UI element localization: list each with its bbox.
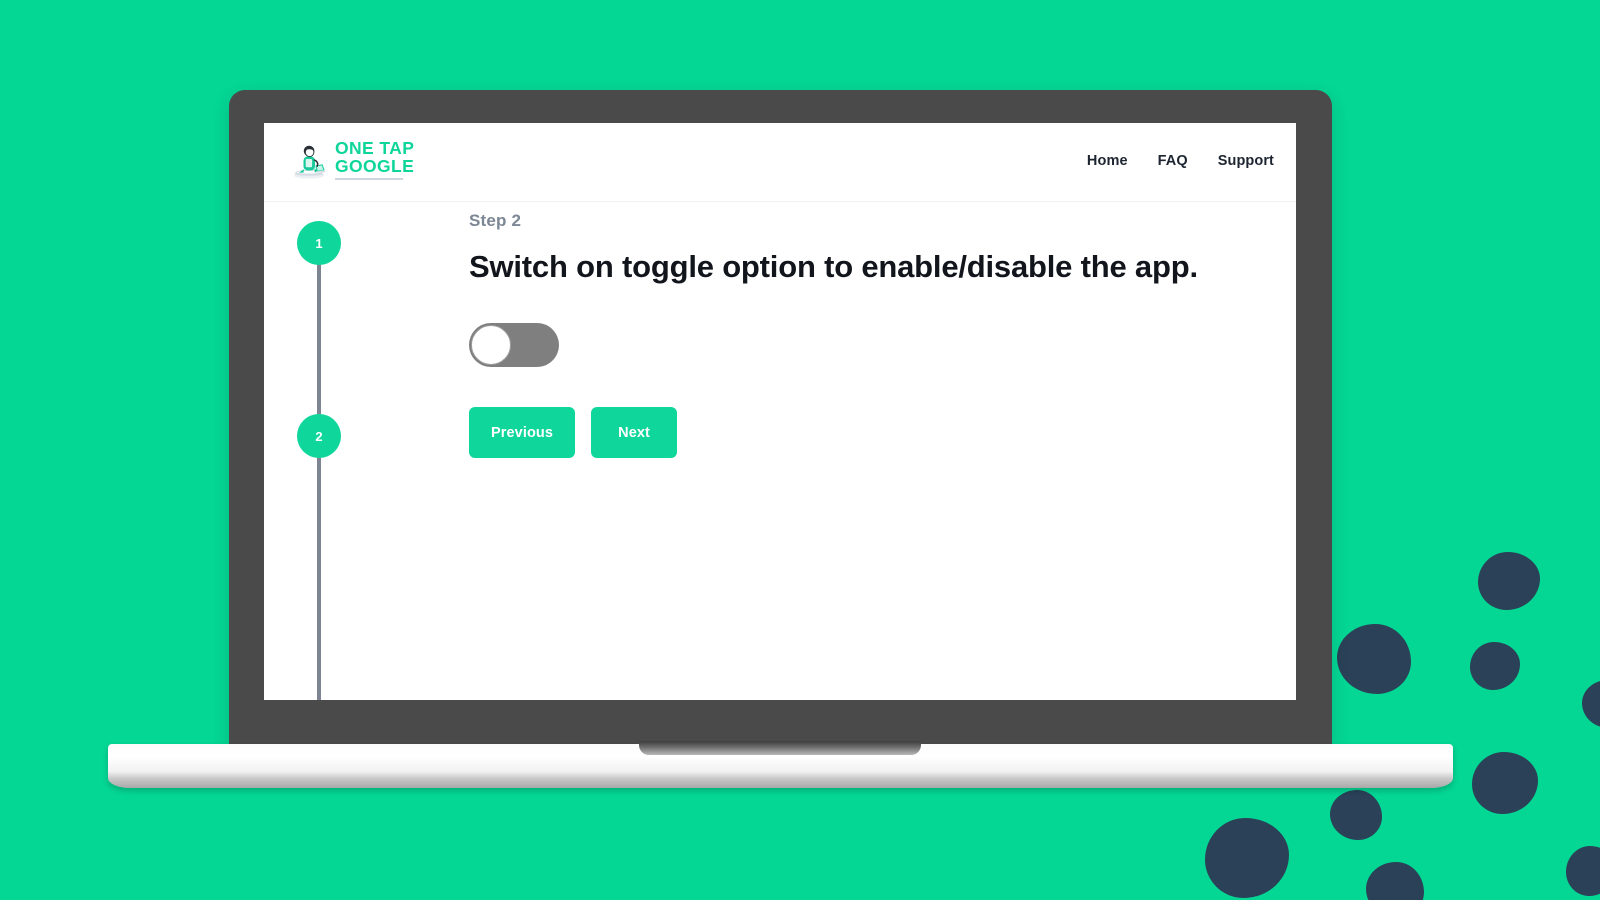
step-heading: Switch on toggle option to enable/disabl… bbox=[469, 249, 1198, 284]
web-page: ONE TAP GOOGLE Home FAQ Support 1 2 Step… bbox=[264, 123, 1296, 700]
screenshot-canvas: ONE TAP GOOGLE Home FAQ Support 1 2 Step… bbox=[0, 0, 1600, 900]
laptop-trackpad-notch bbox=[639, 741, 921, 755]
brand-underline bbox=[335, 178, 403, 181]
laptop-screen: ONE TAP GOOGLE Home FAQ Support 1 2 Step… bbox=[264, 123, 1296, 700]
decorative-blob bbox=[1582, 680, 1600, 728]
step-content: Step 2 Switch on toggle option to enable… bbox=[469, 211, 1256, 459]
decorative-blob bbox=[1566, 846, 1600, 896]
brand-wordmark: ONE TAP GOOGLE bbox=[335, 137, 415, 181]
toggle-knob bbox=[471, 325, 511, 366]
decorative-blob bbox=[1366, 862, 1424, 900]
step-actions: Previous Next bbox=[469, 407, 1256, 459]
person-with-laptop-logo-icon bbox=[294, 145, 326, 179]
laptop-mockup: ONE TAP GOOGLE Home FAQ Support 1 2 Step… bbox=[229, 90, 1332, 750]
step-marker-1[interactable]: 1 bbox=[297, 221, 341, 265]
nav-item-home[interactable]: Home bbox=[1087, 153, 1128, 169]
main-nav: Home FAQ Support bbox=[1087, 153, 1274, 169]
step-progress-rail: 1 2 bbox=[295, 221, 343, 700]
stepper-connector-line bbox=[317, 239, 321, 700]
enable-disable-app-toggle[interactable] bbox=[469, 323, 559, 368]
step-label: Step 2 bbox=[469, 211, 522, 230]
decorative-blob bbox=[1205, 818, 1289, 898]
next-button[interactable]: Next bbox=[591, 407, 678, 459]
brand-logo[interactable]: ONE TAP GOOGLE bbox=[289, 139, 414, 181]
brand-line-2: GOOGLE bbox=[335, 155, 415, 176]
previous-button[interactable]: Previous bbox=[469, 407, 576, 459]
decorative-blob bbox=[1478, 552, 1540, 610]
decorative-blob bbox=[1470, 642, 1520, 690]
decorative-blob bbox=[1472, 752, 1538, 814]
step-marker-2[interactable]: 2 bbox=[297, 414, 341, 458]
site-header: ONE TAP GOOGLE Home FAQ Support bbox=[264, 123, 1296, 202]
nav-item-support[interactable]: Support bbox=[1218, 153, 1274, 169]
nav-item-faq[interactable]: FAQ bbox=[1158, 153, 1188, 169]
brand-line-1: ONE TAP bbox=[335, 137, 415, 158]
decorative-blob bbox=[1330, 790, 1382, 840]
decorative-blob bbox=[1337, 624, 1411, 694]
